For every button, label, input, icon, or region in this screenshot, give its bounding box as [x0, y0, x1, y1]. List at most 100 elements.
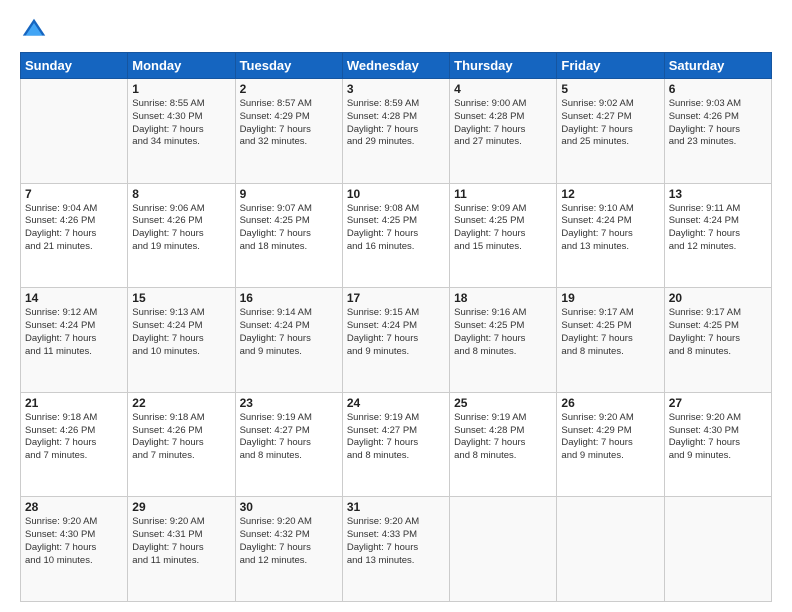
calendar-cell: 3Sunrise: 8:59 AM Sunset: 4:28 PM Daylig…	[342, 79, 449, 184]
weekday-header-saturday: Saturday	[664, 53, 771, 79]
calendar-cell: 18 Sunrise: 9:16 AM Sunset: 4:25 PM Dayli…	[450, 288, 557, 393]
calendar-cell: 26 Sunrise: 9:20 AM Sunset: 4:29 PM Dayli…	[557, 392, 664, 497]
calendar-cell: 22 Sunrise: 9:18 AM Sunset: 4:26 PM Dayli…	[128, 392, 235, 497]
day-number: 13	[669, 187, 767, 201]
cell-content: Sunrise: 9:18 AM Sunset: 4:26 PM Dayligh…	[132, 412, 230, 463]
day-number: 26	[561, 396, 659, 410]
day-number: 21	[25, 396, 123, 410]
cell-content: Sunrise: 9:13 AM Sunset: 4:24 PM Dayligh…	[132, 307, 230, 358]
day-number: 5	[561, 82, 659, 96]
day-number: 8	[132, 187, 230, 201]
calendar-cell: 16Sunrise: 9:14 AM Sunset: 4:24 PM Dayli…	[235, 288, 342, 393]
calendar-cell: 5 Sunrise: 9:02 AM Sunset: 4:27 PM Daylig…	[557, 79, 664, 184]
calendar: SundayMondayTuesdayWednesdayThursdayFrid…	[20, 52, 772, 602]
cell-content: Sunrise: 9:20 AM Sunset: 4:30 PM Dayligh…	[669, 412, 767, 463]
day-number: 22	[132, 396, 230, 410]
calendar-cell: 31 Sunrise: 9:20 AM Sunset: 4:33 PM Dayli…	[342, 497, 449, 602]
day-number: 17	[347, 291, 445, 305]
calendar-cell	[21, 79, 128, 184]
cell-content: Sunrise: 9:14 AM Sunset: 4:24 PM Dayligh…	[240, 307, 338, 358]
cell-content: Sunrise: 9:11 AM Sunset: 4:24 PM Dayligh…	[669, 203, 767, 254]
day-number: 2	[240, 82, 338, 96]
day-number: 20	[669, 291, 767, 305]
day-number: 15	[132, 291, 230, 305]
calendar-cell: 15 Sunrise: 9:13 AM Sunset: 4:24 PM Dayli…	[128, 288, 235, 393]
weekday-header-monday: Monday	[128, 53, 235, 79]
cell-content: Sunrise: 9:06 AM Sunset: 4:26 PM Dayligh…	[132, 203, 230, 254]
day-number: 29	[132, 500, 230, 514]
cell-content: Sunrise: 9:07 AM Sunset: 4:25 PM Dayligh…	[240, 203, 338, 254]
cell-content: Sunrise: 9:04 AM Sunset: 4:26 PM Dayligh…	[25, 203, 123, 254]
day-number: 3	[347, 82, 445, 96]
calendar-cell: 21 Sunrise: 9:18 AM Sunset: 4:26 PM Dayli…	[21, 392, 128, 497]
calendar-cell: 10Sunrise: 9:08 AM Sunset: 4:25 PM Dayli…	[342, 183, 449, 288]
week-row-2: 14 Sunrise: 9:12 AM Sunset: 4:24 PM Dayli…	[21, 288, 772, 393]
cell-content: Sunrise: 9:12 AM Sunset: 4:24 PM Dayligh…	[25, 307, 123, 358]
calendar-cell: 17Sunrise: 9:15 AM Sunset: 4:24 PM Dayli…	[342, 288, 449, 393]
calendar-cell: 7 Sunrise: 9:04 AM Sunset: 4:26 PM Daylig…	[21, 183, 128, 288]
calendar-cell: 11 Sunrise: 9:09 AM Sunset: 4:25 PM Dayli…	[450, 183, 557, 288]
cell-content: Sunrise: 9:19 AM Sunset: 4:27 PM Dayligh…	[240, 412, 338, 463]
weekday-header-thursday: Thursday	[450, 53, 557, 79]
calendar-cell	[450, 497, 557, 602]
week-row-1: 7 Sunrise: 9:04 AM Sunset: 4:26 PM Daylig…	[21, 183, 772, 288]
week-row-3: 21 Sunrise: 9:18 AM Sunset: 4:26 PM Dayli…	[21, 392, 772, 497]
day-number: 31	[347, 500, 445, 514]
cell-content: Sunrise: 9:00 AM Sunset: 4:28 PM Dayligh…	[454, 98, 552, 149]
cell-content: Sunrise: 9:10 AM Sunset: 4:24 PM Dayligh…	[561, 203, 659, 254]
cell-content: Sunrise: 9:17 AM Sunset: 4:25 PM Dayligh…	[669, 307, 767, 358]
cell-content: Sunrise: 9:19 AM Sunset: 4:27 PM Dayligh…	[347, 412, 445, 463]
day-number: 25	[454, 396, 552, 410]
calendar-cell: 9Sunrise: 9:07 AM Sunset: 4:25 PM Daylig…	[235, 183, 342, 288]
day-number: 6	[669, 82, 767, 96]
calendar-cell: 24Sunrise: 9:19 AM Sunset: 4:27 PM Dayli…	[342, 392, 449, 497]
calendar-cell: 23 Sunrise: 9:19 AM Sunset: 4:27 PM Dayli…	[235, 392, 342, 497]
day-number: 18	[454, 291, 552, 305]
calendar-cell: 25 Sunrise: 9:19 AM Sunset: 4:28 PM Dayli…	[450, 392, 557, 497]
weekday-header-friday: Friday	[557, 53, 664, 79]
day-number: 7	[25, 187, 123, 201]
page: SundayMondayTuesdayWednesdayThursdayFrid…	[0, 0, 792, 612]
weekday-header-sunday: Sunday	[21, 53, 128, 79]
cell-content: Sunrise: 9:18 AM Sunset: 4:26 PM Dayligh…	[25, 412, 123, 463]
calendar-cell: 28 Sunrise: 9:20 AM Sunset: 4:30 PM Dayli…	[21, 497, 128, 602]
cell-content: Sunrise: 9:17 AM Sunset: 4:25 PM Dayligh…	[561, 307, 659, 358]
day-number: 28	[25, 500, 123, 514]
calendar-cell: 4 Sunrise: 9:00 AM Sunset: 4:28 PM Daylig…	[450, 79, 557, 184]
cell-content: Sunrise: 9:19 AM Sunset: 4:28 PM Dayligh…	[454, 412, 552, 463]
cell-content: Sunrise: 9:03 AM Sunset: 4:26 PM Dayligh…	[669, 98, 767, 149]
cell-content: Sunrise: 9:09 AM Sunset: 4:25 PM Dayligh…	[454, 203, 552, 254]
day-number: 19	[561, 291, 659, 305]
week-row-0: 1 Sunrise: 8:55 AM Sunset: 4:30 PM Daylig…	[21, 79, 772, 184]
logo-icon	[20, 16, 48, 44]
day-number: 10	[347, 187, 445, 201]
day-number: 12	[561, 187, 659, 201]
cell-content: Sunrise: 9:20 AM Sunset: 4:29 PM Dayligh…	[561, 412, 659, 463]
day-number: 4	[454, 82, 552, 96]
cell-content: Sunrise: 9:20 AM Sunset: 4:32 PM Dayligh…	[240, 516, 338, 567]
week-row-4: 28 Sunrise: 9:20 AM Sunset: 4:30 PM Dayli…	[21, 497, 772, 602]
day-number: 23	[240, 396, 338, 410]
calendar-cell: 29 Sunrise: 9:20 AM Sunset: 4:31 PM Dayli…	[128, 497, 235, 602]
calendar-cell: 8 Sunrise: 9:06 AM Sunset: 4:26 PM Daylig…	[128, 183, 235, 288]
calendar-cell: 1 Sunrise: 8:55 AM Sunset: 4:30 PM Daylig…	[128, 79, 235, 184]
cell-content: Sunrise: 9:02 AM Sunset: 4:27 PM Dayligh…	[561, 98, 659, 149]
calendar-cell: 2Sunrise: 8:57 AM Sunset: 4:29 PM Daylig…	[235, 79, 342, 184]
day-number: 14	[25, 291, 123, 305]
weekday-header-tuesday: Tuesday	[235, 53, 342, 79]
cell-content: Sunrise: 9:16 AM Sunset: 4:25 PM Dayligh…	[454, 307, 552, 358]
cell-content: Sunrise: 9:20 AM Sunset: 4:31 PM Dayligh…	[132, 516, 230, 567]
weekday-header-wednesday: Wednesday	[342, 53, 449, 79]
header	[20, 16, 772, 44]
weekday-header-row: SundayMondayTuesdayWednesdayThursdayFrid…	[21, 53, 772, 79]
calendar-cell: 13 Sunrise: 9:11 AM Sunset: 4:24 PM Dayli…	[664, 183, 771, 288]
cell-content: Sunrise: 8:55 AM Sunset: 4:30 PM Dayligh…	[132, 98, 230, 149]
cell-content: Sunrise: 9:20 AM Sunset: 4:33 PM Dayligh…	[347, 516, 445, 567]
cell-content: Sunrise: 9:20 AM Sunset: 4:30 PM Dayligh…	[25, 516, 123, 567]
day-number: 11	[454, 187, 552, 201]
calendar-cell: 27 Sunrise: 9:20 AM Sunset: 4:30 PM Dayli…	[664, 392, 771, 497]
day-number: 27	[669, 396, 767, 410]
calendar-cell: 12 Sunrise: 9:10 AM Sunset: 4:24 PM Dayli…	[557, 183, 664, 288]
calendar-cell: 6 Sunrise: 9:03 AM Sunset: 4:26 PM Daylig…	[664, 79, 771, 184]
day-number: 1	[132, 82, 230, 96]
